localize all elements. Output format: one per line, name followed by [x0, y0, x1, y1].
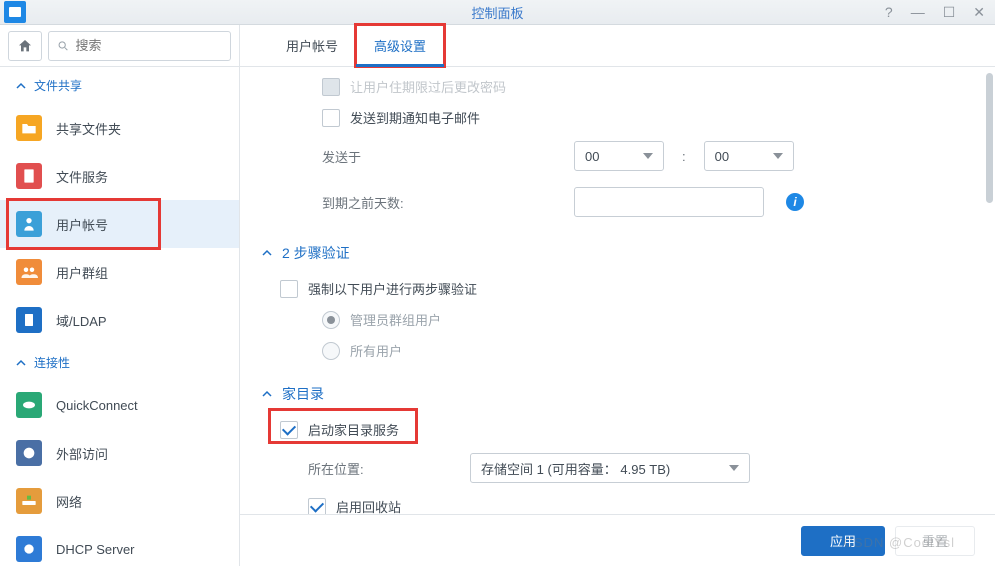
scrollbar-thumb[interactable] [986, 73, 993, 203]
search-input[interactable] [75, 38, 222, 53]
checkbox[interactable] [322, 78, 340, 96]
quickconnect-icon [16, 392, 42, 418]
sidebar-group-fileshare[interactable]: 文件共享 [0, 67, 239, 104]
minimize-icon[interactable]: — [911, 4, 925, 21]
chevron-up-icon [262, 389, 272, 399]
sidebar-item-label: 文件服务 [56, 167, 108, 186]
group-two-step[interactable]: 2 步骤验证 [262, 243, 973, 263]
sidebar-item-label: 外部访问 [56, 444, 108, 463]
window-title: 控制面板 [471, 3, 523, 22]
option-send-email[interactable]: 发送到期通知电子邮件 [262, 102, 973, 133]
search-input-wrap[interactable] [48, 31, 231, 61]
titlebar: 控制面板 ? — ☐ ✕ [0, 0, 995, 25]
tab-user-account[interactable]: 用户帐号 [268, 25, 356, 66]
chevron-down-icon [729, 465, 739, 471]
checkbox[interactable] [308, 498, 326, 516]
file-service-icon [16, 163, 42, 189]
tab-label: 高级设置 [374, 36, 426, 55]
sidebar: 文件共享 共享文件夹 文件服务 用户帐号 用户群组 域/LDAP 连接性 [0, 67, 240, 566]
option-label: 强制以下用户进行两步骤验证 [308, 279, 477, 298]
chevron-up-icon [16, 358, 26, 368]
maximize-icon[interactable]: ☐ [943, 4, 956, 21]
hour-select[interactable]: 00 [574, 141, 664, 171]
option-label: 启动家目录服务 [308, 420, 399, 439]
minute-select[interactable]: 00 [704, 141, 794, 171]
sidebar-item-shared-folder[interactable]: 共享文件夹 [0, 104, 239, 152]
sidebar-item-user[interactable]: 用户帐号 [0, 200, 239, 248]
radio[interactable] [322, 311, 340, 329]
sidebar-item-label: QuickConnect [56, 398, 138, 413]
tab-label: 用户帐号 [286, 36, 338, 55]
help-icon[interactable]: ? [885, 4, 893, 21]
close-icon[interactable]: ✕ [973, 4, 985, 21]
sidebar-item-quickconnect[interactable]: QuickConnect [0, 381, 239, 429]
network-icon [16, 488, 42, 514]
radio-label: 所有用户 [350, 341, 402, 360]
user-icon [16, 211, 42, 237]
sidebar-item-domain-ldap[interactable]: 域/LDAP [0, 296, 239, 344]
send-at-label: 发送于 [322, 147, 562, 166]
volume-select[interactable]: 存储空间 1 (可用容量： 4.95 TB) [470, 453, 750, 483]
sidebar-item-label: 网络 [56, 492, 82, 511]
search-icon [57, 39, 69, 53]
chevron-down-icon [773, 153, 783, 159]
globe-icon [16, 440, 42, 466]
checkbox[interactable] [280, 280, 298, 298]
sidebar-item-group[interactable]: 用户群组 [0, 248, 239, 296]
radio-all-users[interactable]: 所有用户 [262, 335, 973, 366]
chevron-up-icon [16, 81, 26, 91]
option-enable-home-service[interactable]: 启动家目录服务 [262, 414, 973, 445]
sidebar-item-label: 共享文件夹 [56, 119, 121, 138]
chevron-down-icon [643, 153, 653, 159]
chevron-up-icon [262, 248, 272, 258]
sidebar-item-file-services[interactable]: 文件服务 [0, 152, 239, 200]
checkbox[interactable] [280, 421, 298, 439]
radio-label: 管理员群组用户 [350, 310, 441, 329]
days-before-input[interactable] [574, 187, 764, 217]
sidebar-group-connectivity[interactable]: 连接性 [0, 344, 239, 381]
sidebar-item-network[interactable]: 网络 [0, 477, 239, 525]
reset-button[interactable]: 重置 [895, 526, 975, 556]
content-panel: 让用户住期限过后更改密码 发送到期通知电子邮件 发送于 00 : 00 到期之前… [240, 67, 995, 566]
sidebar-item-external-access[interactable]: 外部访问 [0, 429, 239, 477]
sidebar-item-label: 用户群组 [56, 263, 108, 282]
radio[interactable] [322, 342, 340, 360]
group-home-dir[interactable]: 家目录 [262, 384, 973, 404]
app-icon [4, 1, 26, 23]
footer: 应用 重置 CSDN @CoolYsl [240, 514, 995, 566]
location-label: 所在位置: [308, 459, 458, 478]
home-icon [17, 38, 33, 54]
option-enforce-2fa[interactable]: 强制以下用户进行两步骤验证 [262, 273, 973, 304]
apply-button[interactable]: 应用 [801, 526, 885, 556]
folder-icon [16, 115, 42, 141]
days-before-label: 到期之前天数: [322, 193, 562, 212]
group-icon [16, 259, 42, 285]
sidebar-item-label: DHCP Server [56, 542, 135, 557]
sidebar-item-label: 域/LDAP [56, 311, 107, 330]
info-icon[interactable]: i [786, 193, 804, 211]
tab-advanced[interactable]: 高级设置 [356, 25, 444, 66]
option-change-pw-after-expire[interactable]: 让用户住期限过后更改密码 [262, 71, 973, 102]
dhcp-icon [16, 536, 42, 562]
checkbox[interactable] [322, 109, 340, 127]
home-button[interactable] [8, 31, 42, 61]
sidebar-item-dhcp[interactable]: DHCP Server [0, 525, 239, 566]
ldap-icon [16, 307, 42, 333]
toolbar: 用户帐号 高级设置 [0, 25, 995, 67]
option-label: 让用户住期限过后更改密码 [350, 77, 506, 96]
tab-bar: 用户帐号 高级设置 [240, 25, 444, 66]
sidebar-item-label: 用户帐号 [56, 215, 108, 234]
window-controls: ? — ☐ ✕ [885, 4, 985, 21]
option-label: 发送到期通知电子邮件 [350, 108, 480, 127]
radio-admin-users[interactable]: 管理员群组用户 [262, 304, 973, 335]
